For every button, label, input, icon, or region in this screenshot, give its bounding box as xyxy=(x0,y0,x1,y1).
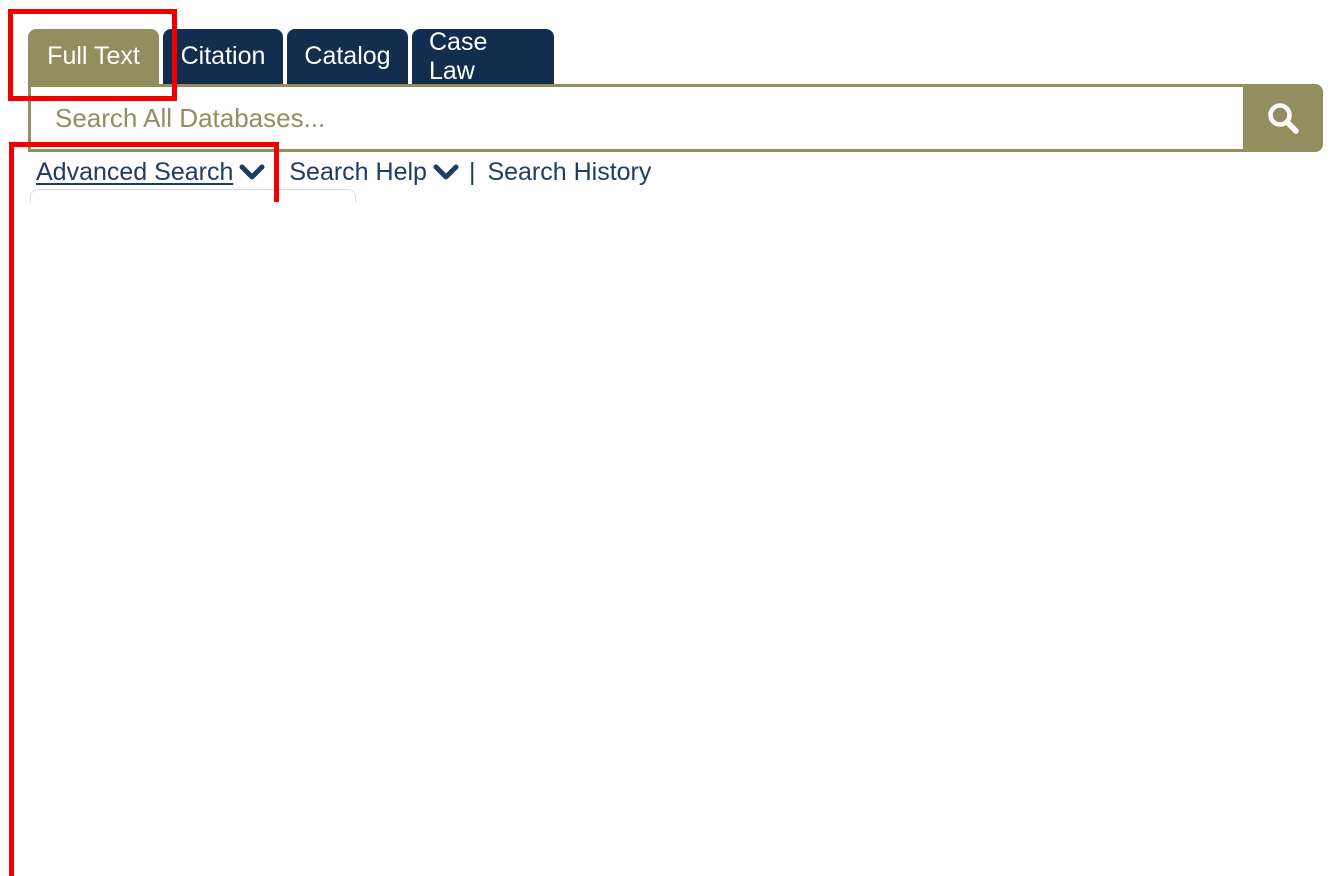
search-icon xyxy=(1268,103,1299,134)
annotation-box-advanced-search xyxy=(9,142,279,202)
search-help-link[interactable]: Search Help xyxy=(289,158,459,187)
search-history-link[interactable]: Search History xyxy=(487,158,651,187)
annotation-line xyxy=(9,196,14,876)
search-help-label: Search Help xyxy=(289,157,427,186)
annotation-box-full-text xyxy=(8,9,177,101)
search-button[interactable] xyxy=(1243,84,1323,152)
page: Full Text Citation Catalog Case Law Adva… xyxy=(0,0,1332,876)
tab-case-law[interactable]: Case Law xyxy=(412,28,554,85)
tab-catalog[interactable]: Catalog xyxy=(287,29,408,84)
tab-citation[interactable]: Citation xyxy=(163,29,283,84)
chevron-down-icon xyxy=(433,164,459,180)
link-separator: | xyxy=(468,157,476,186)
search-history-label: Search History xyxy=(487,157,652,186)
search-input[interactable] xyxy=(31,87,1243,149)
